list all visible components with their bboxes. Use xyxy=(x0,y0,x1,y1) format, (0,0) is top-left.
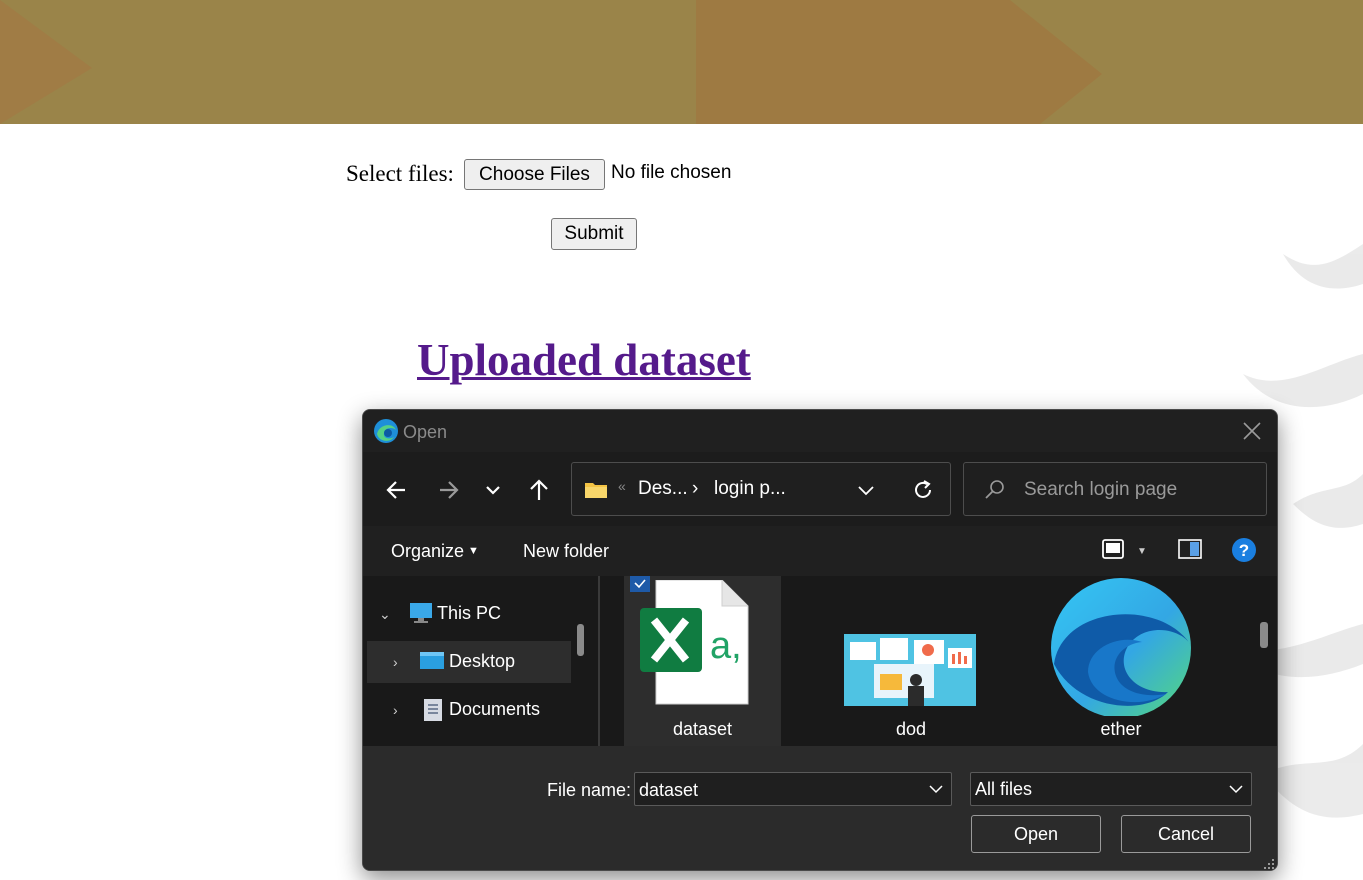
file-list: a, dataset dod ether xyxy=(603,576,1253,746)
help-icon[interactable]: ? xyxy=(1231,537,1257,563)
address-dropdown-icon[interactable] xyxy=(856,480,876,500)
open-file-dialog: Open « Des... › login p... Search login … xyxy=(362,409,1278,871)
file-item-dod[interactable]: dod xyxy=(841,576,981,746)
file-name-ether: ether xyxy=(1100,719,1142,739)
view-dropdown-icon[interactable]: ▼ xyxy=(1137,546,1147,557)
computer-icon xyxy=(410,603,432,623)
view-options-icon[interactable] xyxy=(1101,537,1125,561)
chevron-down-icon[interactable] xyxy=(929,784,943,794)
dialog-title: Open xyxy=(403,422,448,442)
expand-chevron-icon[interactable]: › xyxy=(393,702,398,718)
organize-button[interactable]: Organize ▼ xyxy=(391,541,479,562)
navigation-bar: « Des... › login p... Search login page xyxy=(363,452,1277,526)
tree-label-this-pc: This PC xyxy=(437,603,502,623)
address-bar[interactable]: « Des... › login p... xyxy=(571,462,951,516)
file-type-select[interactable]: All files xyxy=(970,772,1252,806)
preview-pane-icon[interactable] xyxy=(1178,539,1202,559)
command-bar: Organize ▼ New folder ▼ ? xyxy=(363,526,1277,576)
file-name-dod: dod xyxy=(895,719,927,739)
forward-arrow-icon[interactable] xyxy=(434,476,462,504)
excel-csv-file-icon: a, xyxy=(640,580,749,705)
overflow-marker[interactable]: « xyxy=(618,478,626,494)
dialog-titlebar: Open xyxy=(363,410,1277,452)
file-type-value: All files xyxy=(975,779,1033,799)
resize-grip-icon[interactable] xyxy=(1264,859,1274,869)
tree-item-desktop[interactable]: › Desktop xyxy=(367,641,571,683)
file-item-ether[interactable]: ether xyxy=(1046,576,1196,746)
choose-files-button[interactable]: Choose Files xyxy=(464,159,605,190)
expand-chevron-icon[interactable]: › xyxy=(393,654,398,670)
svg-text:?: ? xyxy=(1239,541,1249,560)
breadcrumb-separator: › xyxy=(692,478,699,499)
file-name-input[interactable]: dataset xyxy=(634,772,952,806)
header-banner xyxy=(0,0,1363,124)
image-thumbnail-icon xyxy=(844,634,976,706)
folder-icon xyxy=(585,483,607,498)
edge-app-icon xyxy=(374,419,398,443)
no-file-chosen-text: No file chosen xyxy=(611,162,732,183)
submit-button[interactable]: Submit xyxy=(551,218,637,250)
content-scrollbar-thumb[interactable] xyxy=(1260,622,1268,648)
close-icon[interactable] xyxy=(1241,420,1263,442)
breadcrumb-login-page[interactable]: login p... xyxy=(714,478,786,500)
search-icon xyxy=(985,480,1004,499)
recent-locations-chevron-icon[interactable] xyxy=(479,476,507,504)
nav-scrollbar-thumb[interactable] xyxy=(577,624,584,656)
search-box[interactable]: Search login page xyxy=(963,462,1267,516)
file-name-label: File name: xyxy=(547,780,632,800)
dialog-body: ⌄ This PC › Desktop › Documents a, datas… xyxy=(363,576,1277,746)
edge-logo-icon xyxy=(1051,578,1191,716)
pane-divider[interactable] xyxy=(598,576,600,746)
banner-decoration xyxy=(0,0,1102,124)
up-arrow-icon[interactable] xyxy=(525,476,553,504)
navigation-pane: ⌄ This PC › Desktop › Documents xyxy=(363,576,595,746)
organize-label: Organize xyxy=(391,541,465,561)
organize-caret-icon: ▼ xyxy=(468,545,479,557)
file-name-value: dataset xyxy=(639,780,699,800)
tree-label-desktop: Desktop xyxy=(449,651,516,671)
chevron-down-icon[interactable] xyxy=(1229,784,1243,794)
refresh-icon[interactable] xyxy=(911,478,935,502)
select-files-label: Select files: xyxy=(346,161,454,186)
desktop-icon xyxy=(420,652,444,669)
breadcrumb-desktop[interactable]: Des... xyxy=(638,478,688,500)
cancel-button[interactable]: Cancel xyxy=(1121,815,1251,853)
dialog-footer: File name: dataset All files Open Cancel xyxy=(363,746,1277,870)
back-arrow-icon[interactable] xyxy=(383,476,411,504)
tree-label-documents: Documents xyxy=(449,699,541,719)
file-name-dataset: dataset xyxy=(672,719,733,739)
documents-icon xyxy=(424,699,442,721)
file-item-dataset[interactable]: a, dataset xyxy=(624,576,781,746)
search-placeholder: Search login page xyxy=(1024,479,1178,500)
collapse-chevron-icon[interactable]: ⌄ xyxy=(379,606,391,623)
new-folder-button[interactable]: New folder xyxy=(523,541,609,562)
tree-item-documents[interactable]: › Documents xyxy=(367,689,571,731)
open-button[interactable]: Open xyxy=(971,815,1101,853)
svg-text:a,: a, xyxy=(710,625,742,667)
uploaded-dataset-link[interactable]: Uploaded dataset xyxy=(417,334,751,386)
tree-item-this-pc[interactable]: ⌄ This PC xyxy=(367,593,571,635)
